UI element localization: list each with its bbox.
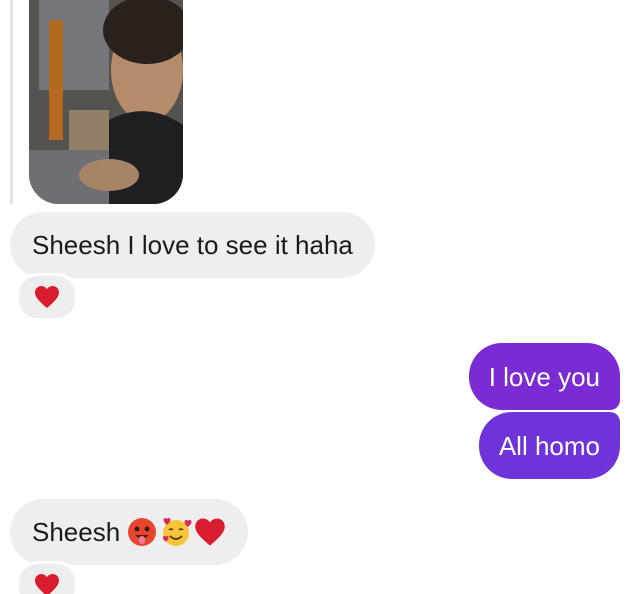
- smiling-face-with-hearts-emoji-icon: [163, 518, 192, 546]
- red-heart-icon: [35, 574, 59, 594]
- photo-image: [29, 0, 183, 204]
- hot-face-emoji-icon: [128, 518, 157, 546]
- red-heart-emoji-icon: [195, 518, 225, 546]
- incoming-message-bubble[interactable]: Sheesh I love to see it haha: [10, 212, 375, 278]
- outgoing-message-bubble[interactable]: I love you: [468, 343, 620, 410]
- reply-indicator-bar: [10, 0, 13, 204]
- message-text: Sheesh: [32, 517, 121, 547]
- conversation: Sheesh I love to see it haha I love you …: [0, 0, 632, 594]
- outgoing-message-bubble[interactable]: All homo: [478, 412, 620, 479]
- message-reaction[interactable]: [16, 561, 78, 594]
- message-text: All homo: [498, 430, 600, 461]
- photo-message[interactable]: [29, 0, 183, 204]
- red-heart-icon: [35, 286, 59, 308]
- incoming-message-bubble[interactable]: Sheesh: [10, 499, 249, 565]
- message-reaction[interactable]: [16, 273, 78, 321]
- emoji-group: [126, 516, 226, 548]
- message-text: Sheesh I love to see it haha: [32, 230, 353, 260]
- message-text: I love you: [488, 361, 600, 392]
